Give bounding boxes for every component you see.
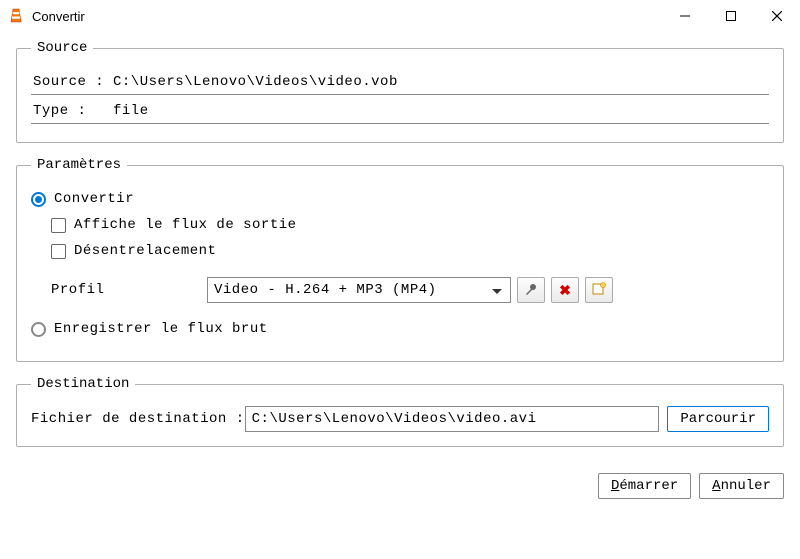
- deinterlace-label: Désentrelacement: [74, 243, 216, 259]
- show-output-label: Affiche le flux de sortie: [74, 217, 297, 233]
- destination-legend: Destination: [31, 376, 135, 392]
- source-legend: Source: [31, 40, 93, 56]
- browse-button[interactable]: Parcourir: [667, 406, 769, 432]
- start-button[interactable]: Démarrer: [598, 473, 691, 499]
- raw-label: Enregistrer le flux brut: [54, 321, 268, 337]
- parameters-group: Paramètres Convertir Affiche le flux de …: [16, 157, 784, 362]
- convert-radio[interactable]: [31, 192, 46, 207]
- cancel-rest: nnuler: [721, 478, 771, 494]
- maximize-button[interactable]: [708, 0, 754, 32]
- source-group: Source Source : C:\Users\Lenovo\Videos\v…: [16, 40, 784, 143]
- delete-icon: ✖: [559, 282, 571, 299]
- new-icon: [592, 282, 606, 299]
- delete-profile-button[interactable]: ✖: [551, 277, 579, 303]
- destination-file-input[interactable]: C:\Users\Lenovo\Videos\video.avi: [245, 406, 660, 432]
- source-value: C:\Users\Lenovo\Videos\video.vob: [113, 74, 767, 90]
- destination-group: Destination Fichier de destination : C:\…: [16, 376, 784, 447]
- wrench-icon: [524, 282, 538, 299]
- cancel-button[interactable]: Annuler: [699, 473, 784, 499]
- parameters-legend: Paramètres: [31, 157, 127, 173]
- raw-radio-row[interactable]: Enregistrer le flux brut: [31, 321, 769, 337]
- close-button[interactable]: [754, 0, 800, 32]
- destination-file-label: Fichier de destination :: [31, 411, 245, 427]
- source-label: Source :: [33, 74, 113, 90]
- minimize-button[interactable]: [662, 0, 708, 32]
- deinterlace-checkbox-row[interactable]: Désentrelacement: [51, 243, 769, 259]
- profile-select[interactable]: Video - H.264 + MP3 (MP4): [207, 277, 511, 303]
- destination-file-value: C:\Users\Lenovo\Videos\video.avi: [252, 411, 537, 427]
- window-title: Convertir: [32, 9, 662, 24]
- profile-label: Profil: [51, 282, 207, 298]
- raw-radio[interactable]: [31, 322, 46, 337]
- chevron-down-icon: [492, 283, 502, 298]
- edit-profile-button[interactable]: [517, 277, 545, 303]
- show-output-checkbox-row[interactable]: Affiche le flux de sortie: [51, 217, 769, 233]
- start-rest: émarrer: [619, 478, 678, 494]
- convert-radio-row[interactable]: Convertir: [31, 191, 769, 207]
- type-label: Type :: [33, 103, 113, 119]
- profile-value: Video - H.264 + MP3 (MP4): [214, 282, 437, 298]
- new-profile-button[interactable]: [585, 277, 613, 303]
- type-value: file: [113, 103, 767, 119]
- convert-label: Convertir: [54, 191, 134, 207]
- vlc-icon: [8, 8, 24, 24]
- deinterlace-checkbox[interactable]: [51, 244, 66, 259]
- title-bar: Convertir: [0, 0, 800, 32]
- show-output-checkbox[interactable]: [51, 218, 66, 233]
